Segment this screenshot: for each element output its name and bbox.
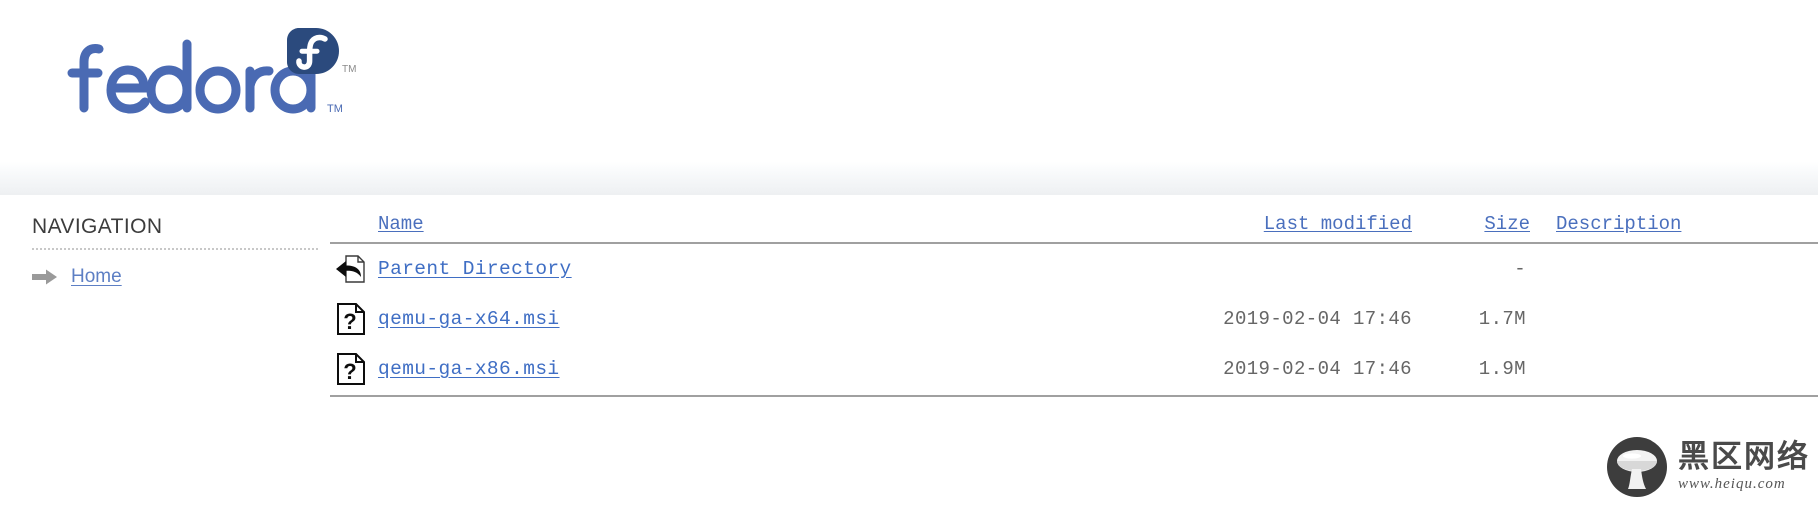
row-icon-cell: ? (330, 294, 378, 344)
svg-text:TM: TM (342, 64, 356, 75)
table-row[interactable]: ? qemu-ga-x86.msi 2019-02-04 17:46 1.9M (330, 344, 1818, 394)
table-row[interactable]: Parent Directory - (330, 244, 1818, 294)
row-description-cell (1530, 344, 1818, 394)
site-header: TM TM (0, 0, 1818, 162)
sidebar-divider (32, 248, 318, 250)
unknown-file-icon: ? (337, 353, 365, 385)
row-last-modified-cell: 2019-02-04 17:46 (1223, 358, 1412, 380)
sidebar-nav-list: Home (32, 266, 322, 288)
header-name: Name (378, 195, 1100, 241)
directory-listing: Name Last modified Size Description Pare… (330, 195, 1818, 397)
watermark-url: www.heiqu.com (1678, 476, 1786, 492)
row-size-cell: 1.7M (1478, 308, 1526, 330)
table-header-row: Name Last modified Size Description (330, 195, 1818, 241)
fedora-f-logo-icon: TM TM (67, 28, 356, 115)
parent-directory-link[interactable]: Parent Directory (378, 258, 572, 280)
file-link[interactable]: qemu-ga-x86.msi (378, 358, 560, 380)
row-icon-cell: ? (330, 344, 378, 394)
table-row[interactable]: ? qemu-ga-x64.msi 2019-02-04 17:46 1.7M (330, 294, 1818, 344)
row-description-cell (1530, 244, 1818, 294)
svg-text:?: ? (343, 309, 356, 334)
mushroom-logo-icon (1607, 437, 1667, 497)
header-last-modified: Last modified (1100, 195, 1412, 241)
parent-directory-icon (336, 255, 365, 283)
row-name-cell: qemu-ga-x86.msi (378, 344, 1100, 394)
row-name-cell: Parent Directory (378, 244, 1100, 294)
watermark-text: 黑区网络 www.heiqu.com (1678, 442, 1810, 492)
row-name-cell: qemu-ga-x64.msi (378, 294, 1100, 344)
file-link[interactable]: qemu-ga-x64.msi (378, 308, 560, 330)
row-icon-cell (330, 244, 378, 294)
page-body: NAVIGATION Home Name Last modified Size … (0, 195, 1818, 508)
sort-by-size-link[interactable]: Size (1484, 213, 1530, 235)
sort-by-name-link[interactable]: Name (378, 213, 424, 235)
table-footer-rule (330, 394, 1818, 397)
sidebar-heading: NAVIGATION (32, 215, 163, 238)
sidebar: NAVIGATION Home (32, 215, 322, 288)
sidebar-item-home[interactable]: Home (32, 266, 322, 288)
directory-table: Name Last modified Size Description Pare… (330, 195, 1818, 397)
row-last-modified-cell: 2019-02-04 17:46 (1223, 308, 1412, 330)
unknown-file-icon: ? (337, 303, 365, 335)
header-divider (0, 162, 1818, 196)
row-size-cell: - (1514, 258, 1526, 280)
sidebar-item-home-label: Home (71, 266, 122, 287)
watermark-name: 黑区网络 (1678, 439, 1810, 475)
svg-text:?: ? (343, 359, 356, 384)
watermark: 黑区网络 www.heiqu.com (1606, 436, 1810, 498)
svg-text:TM: TM (327, 103, 343, 115)
sort-by-description-link[interactable]: Description (1556, 213, 1681, 235)
row-description-cell (1530, 294, 1818, 344)
sort-by-last-modified-link[interactable]: Last modified (1264, 213, 1412, 235)
header-size: Size (1412, 195, 1530, 241)
fedora-logo[interactable]: TM TM (58, 28, 358, 128)
header-description: Description (1530, 195, 1818, 241)
header-icon-spacer (330, 195, 378, 241)
row-last-modified-cell (1100, 244, 1412, 294)
row-size-cell: 1.9M (1478, 358, 1526, 380)
arrow-right-icon (32, 269, 57, 285)
